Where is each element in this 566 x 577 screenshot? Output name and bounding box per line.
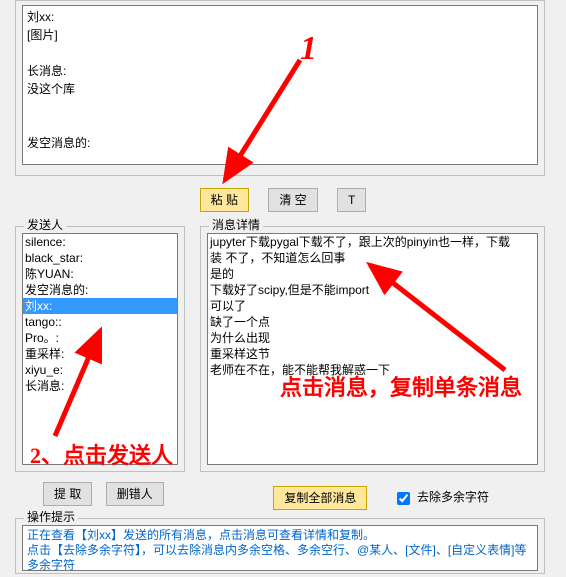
sender-item[interactable]: Pro。: xyxy=(23,330,177,346)
detail-listbox[interactable]: jupyter下载pygal下载不了，跟上次的pinyin也一样，下载装 不了，… xyxy=(207,233,538,465)
sender-item[interactable]: xiyu_e: xyxy=(23,362,177,378)
sender-item[interactable]: silence: xyxy=(23,234,177,250)
t-button[interactable]: T xyxy=(337,188,366,212)
detail-item[interactable]: 可以了 xyxy=(208,298,537,314)
detail-item[interactable]: 重采样这节 xyxy=(208,346,537,362)
detail-item[interactable]: 装 不了，不知道怎么回事 xyxy=(208,250,537,266)
remove-extra-label: 去除多余字符 xyxy=(417,490,489,504)
extract-button[interactable]: 提 取 xyxy=(43,482,92,506)
detail-item[interactable]: 是的 xyxy=(208,266,537,282)
sender-item[interactable]: 刘xx: xyxy=(23,298,177,314)
remove-extra-checkbox[interactable] xyxy=(397,492,410,505)
sender-group: 发送人 silence:black_star:陈YUAN:发空消息的:刘xx:t… xyxy=(15,226,185,472)
hint-group: 操作提示 正在查看【刘xx】发送的所有消息，点击消息可查看详情和复制。 点击【去… xyxy=(15,518,545,574)
detail-item[interactable]: 下载好了scipy,但是不能import xyxy=(208,282,537,298)
copy-all-button[interactable]: 复制全部消息 xyxy=(273,486,367,510)
clear-button[interactable]: 清 空 xyxy=(268,188,317,212)
app-window: 刘xx: [图片] 长消息: 没这个库 发空消息的: 粘 贴 清 空 T 发送人… xyxy=(0,0,566,577)
hint-content: 正在查看【刘xx】发送的所有消息，点击消息可查看详情和复制。 点击【去除多余字符… xyxy=(22,525,538,571)
detail-item[interactable]: 老师在不在，能不能帮我解惑一下 xyxy=(208,362,537,378)
hint-line1: 正在查看【刘xx】发送的所有消息，点击消息可查看详情和复制。 xyxy=(27,528,533,543)
raw-message-textarea[interactable]: 刘xx: [图片] 长消息: 没这个库 发空消息的: xyxy=(22,5,538,165)
sender-buttons: 提 取 删错人 xyxy=(15,480,195,510)
sender-item[interactable]: 重采样: xyxy=(23,346,177,362)
top-message-group: 刘xx: [图片] 长消息: 没这个库 发空消息的: xyxy=(15,0,545,176)
detail-item[interactable]: jupyter下载pygal下载不了，跟上次的pinyin也一样，下载 xyxy=(208,234,537,250)
detail-buttons: 复制全部消息 去除多余字符 xyxy=(200,480,545,510)
sender-group-title: 发送人 xyxy=(24,218,66,232)
sender-item[interactable]: tango:: xyxy=(23,314,177,330)
top-button-row: 粘 贴 清 空 T xyxy=(0,182,566,218)
detail-group: 消息详情 jupyter下载pygal下载不了，跟上次的pinyin也一样，下载… xyxy=(200,226,545,472)
delete-wrong-button[interactable]: 删错人 xyxy=(106,482,164,506)
remove-extra-checkbox-wrap[interactable]: 去除多余字符 xyxy=(393,488,489,507)
detail-item[interactable]: 缺了一个点 xyxy=(208,314,537,330)
sender-item[interactable]: black_star: xyxy=(23,250,177,266)
paste-button[interactable]: 粘 贴 xyxy=(200,188,249,212)
detail-group-title: 消息详情 xyxy=(209,218,263,232)
sender-item[interactable]: 发空消息的: xyxy=(23,282,177,298)
sender-item[interactable]: 长消息: xyxy=(23,378,177,394)
detail-item[interactable]: 为什么出现 xyxy=(208,330,537,346)
hint-line2: 点击【去除多余字符】，可以去除消息内多余空格、多余空行、@某人、[文件]、[自定… xyxy=(27,543,533,571)
hint-group-title: 操作提示 xyxy=(24,510,78,524)
sender-item[interactable]: 陈YUAN: xyxy=(23,266,177,282)
sender-listbox[interactable]: silence:black_star:陈YUAN:发空消息的:刘xx:tango… xyxy=(22,233,178,465)
